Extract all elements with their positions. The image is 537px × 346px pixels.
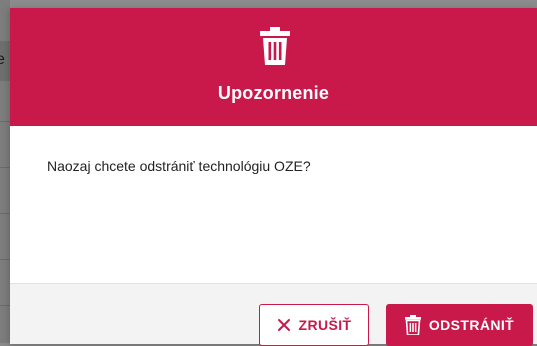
background-row-divider	[0, 121, 10, 122]
background-page: e [	[0, 0, 10, 343]
close-icon	[277, 318, 291, 332]
dialog-body: Naozaj chcete odstrániť technológiu OZE?	[10, 126, 537, 283]
cancel-button-label: ZRUŠIŤ	[298, 317, 352, 333]
background-table-header: e [	[0, 41, 10, 81]
background-row-divider	[0, 259, 10, 260]
trash-icon	[260, 27, 290, 65]
dialog-title: Upozornenie	[217, 83, 330, 103]
delete-button[interactable]: ODSTRÁNIŤ	[386, 304, 533, 346]
delete-button-label: ODSTRÁNIŤ	[428, 317, 515, 333]
dialog-header: Upozornenie	[10, 8, 537, 126]
dialog-footer: ZRUŠIŤ ODSTRÁNIŤ	[10, 283, 537, 346]
background-row-divider	[0, 305, 10, 306]
cancel-button[interactable]: ZRUŠIŤ	[259, 304, 369, 346]
confirm-message: Naozaj chcete odstrániť technológiu OZE?	[47, 158, 311, 174]
confirm-delete-dialog: Upozornenie Naozaj chcete odstrániť tech…	[10, 8, 537, 346]
trash-icon	[404, 315, 421, 335]
background-row-divider	[0, 213, 10, 214]
background-text: e [	[0, 51, 10, 68]
background-row-divider	[0, 167, 10, 168]
